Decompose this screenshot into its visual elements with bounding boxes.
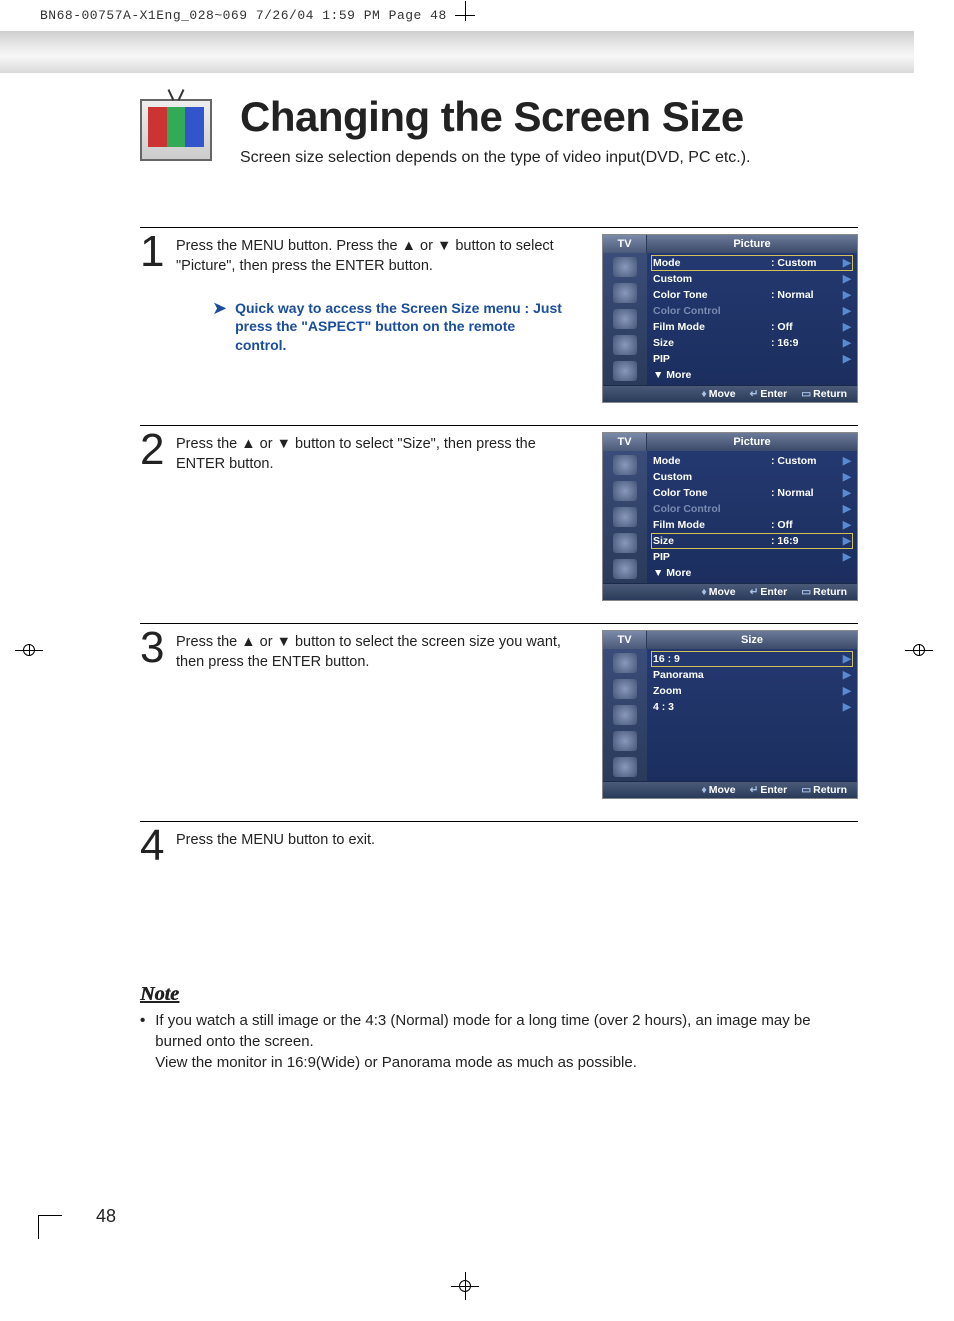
- osd-screenshot-1: TV Picture Mode: Custom▶Custom▶Color Ton…: [602, 234, 858, 403]
- page-title: Changing the Screen Size: [240, 93, 751, 141]
- crop-mark-icon: [440, 1, 490, 51]
- osd-title: Picture: [647, 235, 857, 253]
- tip-arrow-icon: ➤: [212, 299, 227, 356]
- sidebar-icon: [613, 705, 637, 725]
- sidebar-icon: [613, 257, 637, 277]
- osd-screenshot-3: TV Size 16 : 9▶Panorama▶Zoom▶4 : 3▶ ♦Mov…: [602, 630, 858, 799]
- note-section: Note If you watch a still image or the 4…: [140, 983, 858, 1073]
- step-3: 3 Press the ▲ or ▼ button to select the …: [140, 630, 858, 799]
- tip-text: Quick way to access the Screen Size menu…: [235, 299, 566, 356]
- step-text: Press the MENU button. Press the ▲ or ▼ …: [176, 234, 566, 277]
- divider: [140, 425, 858, 426]
- tv-icon: [140, 99, 212, 161]
- menu-item: Color Control▶: [651, 303, 853, 319]
- osd-title: Size: [647, 631, 857, 649]
- page-subtitle: Screen size selection depends on the typ…: [240, 149, 751, 167]
- menu-item: Size: 16:9▶: [651, 533, 853, 549]
- menu-item: Custom▶: [651, 469, 853, 485]
- sidebar-icon: [613, 283, 637, 303]
- step-4: 4 Press the MENU button to exit.: [140, 828, 858, 863]
- step-2: 2 Press the ▲ or ▼ button to select "Siz…: [140, 432, 858, 601]
- osd-sidebar: [603, 649, 647, 781]
- osd-footer: ♦Move ↵Enter ▭Return: [603, 583, 857, 600]
- sidebar-icon: [613, 507, 637, 527]
- osd-tv-label: TV: [603, 433, 647, 451]
- menu-item: Film Mode: Off▶: [651, 319, 853, 335]
- sidebar-icon: [613, 757, 637, 777]
- step-1: 1 Press the MENU button. Press the ▲ or …: [140, 234, 858, 403]
- sidebar-icon: [613, 361, 637, 381]
- menu-item: Size: 16:9▶: [651, 335, 853, 351]
- menu-item: Panorama▶: [651, 667, 853, 683]
- menu-item: PIP▶: [651, 351, 853, 367]
- menu-item: ▼ More: [651, 565, 853, 581]
- step-text: Press the ▲ or ▼ button to select the sc…: [176, 630, 566, 673]
- sidebar-icon: [613, 731, 637, 751]
- step-number: 1: [140, 234, 166, 377]
- sidebar-icon: [613, 559, 637, 579]
- sidebar-icon: [613, 481, 637, 501]
- crop-mark-icon: [4, 640, 54, 690]
- step-text: Press the ▲ or ▼ button to select "Size"…: [176, 432, 566, 475]
- sidebar-icon: [613, 653, 637, 673]
- osd-tv-label: TV: [603, 235, 647, 253]
- step-number: 2: [140, 432, 166, 475]
- step-number: 4: [140, 828, 166, 863]
- note-text: If you watch a still image or the 4:3 (N…: [155, 1010, 858, 1073]
- tip: ➤ Quick way to access the Screen Size me…: [212, 299, 566, 356]
- divider: [140, 623, 858, 624]
- menu-item: ▼ More: [651, 367, 853, 383]
- crop-mark-icon: [894, 640, 944, 690]
- osd-tv-label: TV: [603, 631, 647, 649]
- menu-item: Color Tone: Normal▶: [651, 485, 853, 501]
- osd-footer: ♦Move ↵Enter ▭Return: [603, 781, 857, 798]
- menu-item: Zoom▶: [651, 683, 853, 699]
- divider: [140, 227, 858, 228]
- osd-footer: ♦Move ↵Enter ▭Return: [603, 385, 857, 402]
- step-number: 3: [140, 630, 166, 673]
- sidebar-icon: [613, 309, 637, 329]
- crop-mark-icon: [440, 1261, 490, 1311]
- sidebar-icon: [613, 335, 637, 355]
- osd-screenshot-2: TV Picture Mode: Custom▶Custom▶Color Ton…: [602, 432, 858, 601]
- page-number: 48: [96, 1206, 116, 1227]
- divider: [140, 821, 858, 822]
- crop-mark-icon: [24, 1215, 74, 1265]
- menu-item: Film Mode: Off▶: [651, 517, 853, 533]
- osd-sidebar: [603, 451, 647, 583]
- menu-item: Custom▶: [651, 271, 853, 287]
- osd-title: Picture: [647, 433, 857, 451]
- menu-item: PIP▶: [651, 549, 853, 565]
- page-content: Changing the Screen Size Screen size sel…: [0, 73, 954, 1073]
- sidebar-icon: [613, 455, 637, 475]
- title-row: Changing the Screen Size Screen size sel…: [140, 93, 858, 167]
- menu-item: Mode: Custom▶: [651, 453, 853, 469]
- menu-item: 4 : 3▶: [651, 699, 853, 715]
- osd-sidebar: [603, 253, 647, 385]
- osd-menu: Mode: Custom▶Custom▶Color Tone: Normal▶C…: [647, 451, 857, 583]
- menu-item: Color Control▶: [651, 501, 853, 517]
- menu-item: 16 : 9▶: [651, 651, 853, 667]
- osd-menu: Mode: Custom▶Custom▶Color Tone: Normal▶C…: [647, 253, 857, 385]
- sidebar-icon: [613, 533, 637, 553]
- step-text: Press the MENU button to exit.: [176, 828, 375, 863]
- note-heading: Note: [140, 983, 858, 1006]
- menu-item: Color Tone: Normal▶: [651, 287, 853, 303]
- osd-menu: 16 : 9▶Panorama▶Zoom▶4 : 3▶: [647, 649, 857, 781]
- sidebar-icon: [613, 679, 637, 699]
- menu-item: Mode: Custom▶: [651, 255, 853, 271]
